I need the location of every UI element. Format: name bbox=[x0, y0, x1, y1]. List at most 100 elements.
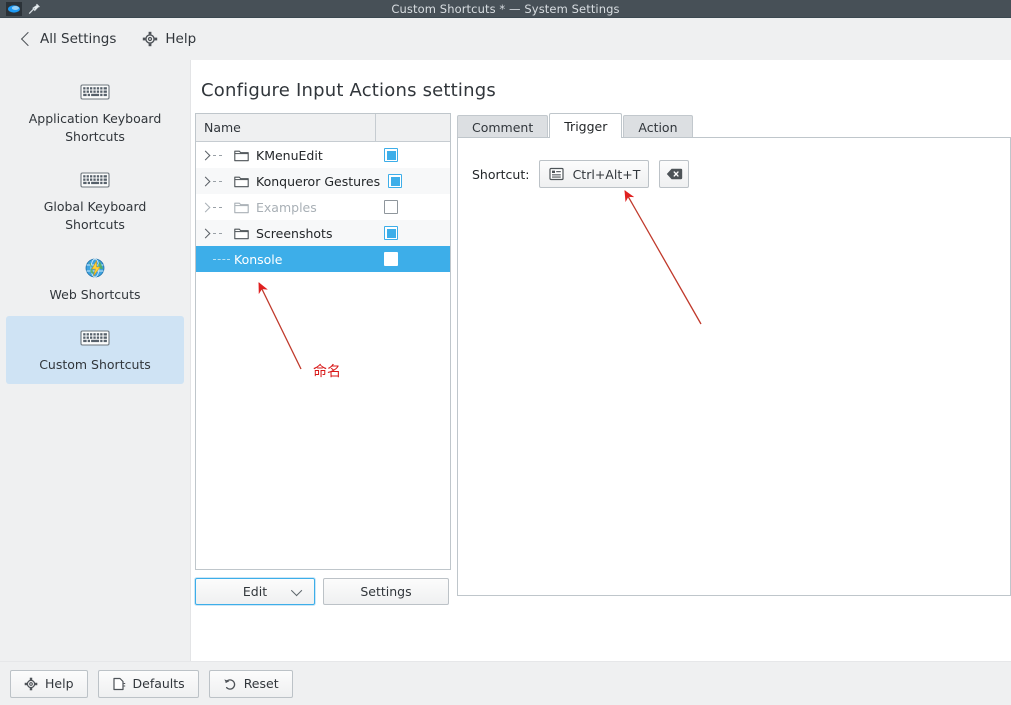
chevron-right-icon[interactable] bbox=[200, 176, 211, 186]
enabled-checkbox[interactable] bbox=[384, 200, 398, 214]
tree-row-label: KMenuEdit bbox=[256, 147, 323, 163]
toolbar-help-button[interactable]: Help bbox=[138, 28, 200, 50]
keyboard-icon bbox=[80, 172, 110, 188]
tree-twig[interactable] bbox=[196, 150, 234, 160]
tab-action[interactable]: Action bbox=[623, 115, 693, 138]
tree-row-label: Konqueror Gestures bbox=[256, 173, 381, 189]
pin-icon[interactable] bbox=[26, 2, 42, 16]
chevron-left-icon bbox=[20, 31, 36, 47]
shortcut-tree[interactable]: Name KMenuEdit Konqueror Gestures Exampl… bbox=[195, 113, 451, 570]
sidebar: Application Keyboard Shortcuts Global Ke… bbox=[0, 60, 191, 661]
annotation-label-naming: 命名 bbox=[313, 364, 341, 380]
table-row[interactable]: Screenshots bbox=[196, 220, 450, 246]
sidebar-item-application-keyboard-shortcuts[interactable]: Application Keyboard Shortcuts bbox=[6, 70, 184, 156]
sidebar-item-label: Application Keyboard Shortcuts bbox=[28, 111, 162, 144]
clear-shortcut-button[interactable] bbox=[659, 160, 690, 188]
enabled-checkbox[interactable] bbox=[384, 252, 398, 266]
tree-row-checkbox-cell[interactable] bbox=[380, 174, 450, 188]
edit-button[interactable]: Edit bbox=[195, 578, 315, 605]
detail-pane: Comment Trigger Action Shortcut: Ctrl+Al… bbox=[455, 113, 1011, 605]
chevron-right-icon[interactable] bbox=[200, 202, 211, 212]
tree-connector bbox=[213, 232, 222, 234]
all-settings-label: All Settings bbox=[40, 31, 117, 47]
bottom-help-button[interactable]: Help bbox=[10, 669, 88, 698]
chevron-right-icon[interactable] bbox=[200, 228, 211, 238]
tree-twig bbox=[196, 258, 234, 260]
keyboard-icon bbox=[80, 330, 110, 346]
tree-column-name[interactable]: Name bbox=[196, 114, 376, 141]
toolbar-help-label: Help bbox=[165, 31, 197, 47]
chevron-right-icon[interactable] bbox=[200, 150, 211, 160]
tab-comment-label: Comment bbox=[472, 119, 534, 135]
trigger-tab-panel: Shortcut: Ctrl+Alt+T bbox=[457, 137, 1011, 596]
help-ring-icon bbox=[24, 677, 38, 690]
main-toolbar: All Settings Help bbox=[0, 18, 1011, 60]
tree-rows: KMenuEdit Konqueror Gestures Examples Sc… bbox=[196, 142, 450, 569]
enabled-checkbox[interactable] bbox=[384, 148, 398, 162]
page-default-icon bbox=[112, 677, 125, 690]
settings-button[interactable]: Settings bbox=[323, 578, 449, 605]
tree-header: Name bbox=[196, 114, 450, 142]
tree-twig[interactable] bbox=[196, 202, 234, 212]
tree-connector bbox=[213, 180, 222, 182]
folder-icon bbox=[234, 176, 249, 187]
tab-comment[interactable]: Comment bbox=[457, 115, 549, 138]
table-row[interactable]: Konqueror Gestures bbox=[196, 168, 450, 194]
panes-row: Name KMenuEdit Konqueror Gestures Exampl… bbox=[191, 113, 1011, 605]
shortcut-capture-button[interactable]: Ctrl+Alt+T bbox=[539, 160, 650, 188]
tree-twig[interactable] bbox=[196, 176, 234, 186]
keyboard-icon bbox=[80, 84, 110, 100]
backspace-icon bbox=[666, 168, 683, 180]
tree-connector bbox=[213, 258, 230, 260]
shortcut-value: Ctrl+Alt+T bbox=[572, 166, 641, 182]
shortcut-row: Shortcut: Ctrl+Alt+T bbox=[472, 160, 1010, 188]
sidebar-item-label: Custom Shortcuts bbox=[39, 357, 151, 372]
sidebar-item-web-shortcuts[interactable]: Web Shortcuts bbox=[6, 246, 184, 314]
edit-button-label: Edit bbox=[242, 584, 268, 599]
chevron-down-icon bbox=[290, 584, 303, 596]
tree-connector bbox=[213, 154, 222, 156]
folder-icon bbox=[234, 202, 249, 213]
reset-button[interactable]: Reset bbox=[208, 669, 293, 698]
tree-row-label: Konsole bbox=[234, 251, 283, 267]
reset-label: Reset bbox=[243, 676, 279, 691]
bottom-help-label: Help bbox=[45, 676, 74, 691]
tree-connector bbox=[213, 206, 222, 208]
app-icon[interactable] bbox=[6, 1, 22, 16]
globe-icon bbox=[85, 258, 105, 278]
tree-row-checkbox-cell[interactable] bbox=[376, 148, 450, 162]
window-title: Custom Shortcuts * — System Settings bbox=[391, 1, 620, 16]
sidebar-item-global-keyboard-shortcuts[interactable]: Global Keyboard Shortcuts bbox=[6, 158, 184, 244]
tab-trigger-label: Trigger bbox=[564, 118, 608, 134]
page-title: Configure Input Actions settings bbox=[201, 80, 496, 101]
tree-row-label: Examples bbox=[256, 199, 317, 215]
help-ring-icon bbox=[143, 31, 158, 47]
bottom-button-bar: Help Defaults Reset bbox=[0, 661, 1011, 705]
defaults-label: Defaults bbox=[132, 676, 185, 691]
table-row[interactable]: Konsole bbox=[196, 246, 450, 272]
tree-row-checkbox-cell[interactable] bbox=[376, 200, 450, 214]
all-settings-button[interactable]: All Settings bbox=[16, 28, 120, 50]
tree-column-enabled[interactable] bbox=[376, 114, 450, 141]
settings-button-label: Settings bbox=[360, 584, 412, 599]
defaults-button[interactable]: Defaults bbox=[97, 669, 199, 698]
titlebar-icon-group bbox=[0, 1, 42, 16]
enabled-checkbox[interactable] bbox=[388, 174, 403, 188]
sidebar-item-label: Web Shortcuts bbox=[49, 287, 141, 302]
table-row[interactable]: Examples bbox=[196, 194, 450, 220]
tab-action-label: Action bbox=[638, 119, 678, 135]
content-area: Application Keyboard Shortcuts Global Ke… bbox=[0, 60, 1011, 661]
tree-twig[interactable] bbox=[196, 228, 234, 238]
enabled-checkbox[interactable] bbox=[384, 226, 398, 240]
sidebar-item-custom-shortcuts[interactable]: Custom Shortcuts bbox=[6, 316, 184, 384]
tab-trigger[interactable]: Trigger bbox=[549, 113, 623, 138]
table-row[interactable]: KMenuEdit bbox=[196, 142, 450, 168]
window-titlebar: Custom Shortcuts * — System Settings bbox=[0, 0, 1011, 18]
keyboard-entry-icon bbox=[548, 167, 564, 181]
tree-row-label: Screenshots bbox=[256, 225, 333, 241]
shortcut-tree-pane: Name KMenuEdit Konqueror Gestures Exampl… bbox=[193, 113, 451, 605]
folder-icon bbox=[234, 228, 249, 239]
tree-button-row: Edit Settings bbox=[195, 578, 451, 605]
tree-row-checkbox-cell[interactable] bbox=[376, 252, 450, 266]
tree-row-checkbox-cell[interactable] bbox=[376, 226, 450, 240]
